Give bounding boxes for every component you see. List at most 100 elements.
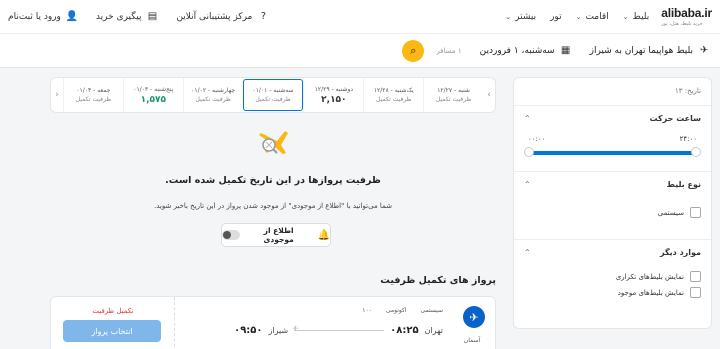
date-summary[interactable]: ▦ سه‌شنبه، ۱ فروردین — [480, 45, 572, 57]
flight-tags: سیستمی اکونومی ۱۰۰ — [362, 307, 443, 314]
route-summary[interactable]: ✈ بلیط هواپیما تهران به شیراز — [590, 45, 710, 57]
brand-name: alibaba.ir — [661, 6, 712, 20]
route-label: بلیط هواپیما تهران به شیراز — [589, 45, 693, 56]
filter-option-system[interactable]: سیستمی — [524, 207, 701, 218]
departure-time-filter: ساعت حرکت ⌃ ۲۴:۰۰ ۰۰:۰۰ — [514, 106, 711, 172]
section-header[interactable]: موارد دیگر ⌃ — [524, 248, 701, 257]
flight-card: تکمیل ظرفیت انتخاب پرواز ✈ آسمان سیستمی … — [50, 296, 496, 349]
section-title: نوع بلیط — [666, 180, 701, 189]
checkbox[interactable] — [690, 271, 701, 282]
search-button[interactable]: ⌕ — [402, 39, 425, 62]
date-cell-day: پنج‌شنبه - ۰۱/۰۳ — [133, 85, 174, 93]
checkbox[interactable] — [690, 287, 701, 298]
nav-more[interactable]: بیشتر ⌄ — [505, 12, 536, 22]
track-label: پیگیری خرید — [95, 11, 142, 22]
section-header[interactable]: ساعت حرکت ⌃ — [524, 114, 701, 123]
date-cell-price: ۱,۵۷۵ — [140, 94, 166, 105]
chevron-down-icon: ⌄ — [575, 12, 582, 21]
main-nav: بلیط ⌄ اقامت ⌄ تور بیشتر ⌄ — [505, 12, 649, 22]
nav-stay[interactable]: اقامت ⌄ — [576, 12, 609, 22]
notify-label: اطلاع از موجودی — [263, 226, 294, 244]
ticket-type-filter: نوع بلیط ⌃ سیستمی — [514, 172, 711, 240]
date-cell[interactable]: شنبه - ۱۲/۲۷ ظرفیت تکمیل — [423, 78, 483, 112]
search-summary-bar: ✈ بلیط هواپیما تهران به شیراز ▦ سه‌شنبه، ۱… — [0, 34, 720, 68]
chevron-up-icon: ⌃ — [524, 180, 531, 189]
receipt-icon: ▤ — [147, 11, 158, 22]
date-cell-day: دوشنبه - ۱۲/۲۹ — [314, 85, 354, 93]
checkbox[interactable] — [690, 207, 701, 218]
support-link[interactable]: ? مرکز پشتیبانی آنلاین — [176, 11, 269, 23]
date-cell[interactable]: سه‌شنبه - ۰۱/۰۱ ظرفیت تکمیل — [242, 79, 304, 111]
route-line — [294, 330, 385, 331]
time-from: ۰۰:۰۰ — [528, 135, 546, 143]
empty-title: ظرفیت پروازها در این تاریخ تکمیل شده است… — [165, 175, 381, 186]
empty-subtitle: شما می‌توانید با "اطلاع از موجودی" از مو… — [154, 202, 392, 210]
login-link[interactable]: 👤 ورود یا ثبت‌نام — [8, 11, 78, 23]
search-icon: ⌕ — [410, 43, 417, 57]
section-title: ساعت حرکت — [649, 114, 701, 123]
passengers-summary[interactable]: ۱ مسافر — [436, 47, 461, 55]
option-label: نمایش بلیط‌های تکراری — [615, 272, 684, 281]
question-circle-icon: ? — [260, 11, 267, 22]
top-header: alibaba.ir خرید بلیط، هتل، تور بلیط ⌄ اقا… — [0, 0, 720, 34]
flight-route: تهران ۰۸:۲۵ شیراز ۰۹:۵۰ — [234, 325, 443, 336]
chevron-up-icon: ⌃ — [524, 248, 531, 257]
date-cell[interactable]: یک‌شنبه - ۱۲/۲۸ ظرفیت تکمیل — [363, 78, 423, 112]
date-cell-day: یک‌شنبه - ۱۲/۲۸ — [373, 87, 414, 94]
full-flights-title: پرواز های تکمیل ظرفیت — [380, 275, 496, 286]
time-range-values: ۲۴:۰۰ ۰۰:۰۰ — [524, 135, 701, 143]
chevron-down-icon: ⌄ — [622, 12, 629, 21]
other-filters: موارد دیگر ⌃ نمایش بلیط‌های تکراری نمایش … — [514, 240, 711, 306]
date-strip: › شنبه - ۱۲/۲۷ ظرفیت تکمیل یک‌شنبه - ۱۲/۲۸… — [50, 77, 496, 113]
select-flight-button[interactable]: انتخاب پرواز — [63, 320, 161, 342]
filter-sidebar: تاریخ: ۱۳ ساعت حرکت ⌃ ۲۴:۰۰ ۰۰:۰۰ نوع بلی… — [513, 77, 712, 329]
date-cell-day: چهارشنبه - ۰۱/۰۲ — [191, 87, 236, 94]
nav-label: بیشتر — [515, 11, 537, 22]
user-icon: 👤 — [65, 11, 79, 22]
slider-handle-min[interactable] — [691, 147, 701, 157]
nav-ticket[interactable]: بلیط ⌄ — [623, 12, 650, 22]
brand-tagline: خرید بلیط، هتل، تور — [661, 21, 703, 27]
arrival-time: ۰۹:۵۰ — [234, 325, 263, 336]
date-cell[interactable]: چهارشنبه - ۰۱/۰۲ ظرفیت تکمیل — [182, 78, 243, 112]
notify-availability-button[interactable]: 🔔 اطلاع از موجودی — [221, 223, 331, 247]
track-order-link[interactable]: ▤ پیگیری خرید — [96, 11, 159, 23]
date-cell-price: ۲,۱۵۰ — [321, 94, 347, 105]
section-title: موارد دیگر — [660, 248, 701, 257]
flight-card-action: تکمیل ظرفیت انتخاب پرواز — [51, 297, 175, 349]
option-label: نمایش بلیط‌های موجود — [617, 288, 684, 297]
date-cell[interactable]: جمعه - ۰۱/۰۴ ظرفیت تکمیل — [62, 78, 123, 112]
date-cell-day: سه‌شنبه - ۰۱/۰۱ — [252, 87, 294, 94]
bell-icon: 🔔 — [317, 229, 330, 241]
slider-track — [528, 151, 697, 155]
date-cell-note: ظرفیت تکمیل — [376, 96, 412, 103]
nav-label: تور — [550, 11, 562, 22]
date-cell[interactable]: دوشنبه - ۱۲/۲۹ ۲,۱۵۰ — [303, 78, 363, 112]
logo[interactable]: alibaba.ir خرید بلیط، هتل، تور — [661, 6, 712, 27]
nav-tour[interactable]: تور — [550, 12, 562, 22]
time-to: ۲۴:۰۰ — [679, 135, 697, 143]
date-cells: شنبه - ۱۲/۲۷ ظرفیت تکمیل یک‌شنبه - ۱۲/۲۸ ظر… — [62, 78, 483, 112]
filter-option-available[interactable]: نمایش بلیط‌های موجود — [524, 287, 701, 298]
date-cell-note: ظرفیت تکمیل — [435, 96, 472, 103]
date-cell-note: ظرفیت تکمیل — [75, 96, 112, 103]
chevron-up-icon: ⌃ — [524, 114, 531, 123]
notify-toggle[interactable] — [222, 230, 240, 240]
slider-handle-max[interactable] — [524, 147, 534, 157]
chevron-left-icon: ‹ — [55, 90, 59, 100]
tag-class: اکونومی — [385, 307, 407, 314]
filter-option-duplicates[interactable]: نمایش بلیط‌های تکراری — [524, 271, 701, 282]
date-cell-day: شنبه - ۱۲/۲۷ — [437, 87, 470, 94]
login-label: ورود یا ثبت‌نام — [8, 11, 61, 22]
time-slider[interactable] — [524, 147, 701, 157]
next-dates-arrow[interactable]: ‹ — [51, 78, 63, 112]
section-header[interactable]: نوع بلیط ⌃ — [524, 180, 701, 189]
date-cell[interactable]: پنج‌شنبه - ۰۱/۰۳ ۱,۵۷۵ — [122, 78, 183, 112]
prev-dates-arrow[interactable]: › — [483, 78, 495, 112]
no-flight-illustration — [259, 131, 288, 154]
chevron-down-icon: ⌄ — [505, 12, 512, 21]
capacity-full-label: تکمیل ظرفیت — [92, 307, 134, 315]
tag-flight-number: ۱۰۰ — [362, 307, 372, 314]
airplane-icon: ✈ — [699, 45, 709, 56]
date-label: سه‌شنبه، ۱ فروردین — [479, 45, 555, 56]
